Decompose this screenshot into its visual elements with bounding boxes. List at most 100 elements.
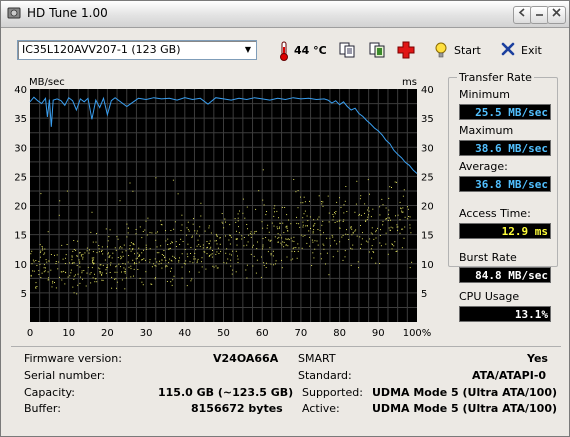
access-time-point (139, 255, 141, 257)
access-time-point (339, 227, 341, 229)
access-time-point (79, 252, 81, 254)
access-time-point (46, 261, 48, 263)
access-time-point (361, 238, 363, 240)
access-time-point (396, 226, 398, 228)
access-time-point (44, 270, 46, 272)
access-time-point (30, 275, 32, 277)
access-time-point (329, 237, 331, 239)
average-value: 36.8 MB/sec (459, 176, 551, 192)
access-time-point (336, 221, 338, 223)
start-button[interactable]: Start (454, 44, 481, 57)
access-time-point (282, 222, 284, 224)
lightbulb-icon[interactable] (434, 42, 448, 60)
y-tick-label: 10 (14, 260, 27, 271)
access-time-point (94, 273, 95, 275)
access-time-point (206, 241, 208, 242)
access-time-point (102, 253, 104, 255)
access-time-point (89, 273, 91, 275)
access-time-point (263, 262, 265, 264)
cpu-usage-label: CPU Usage (459, 290, 520, 303)
access-time-point (151, 232, 153, 234)
access-time-point (300, 202, 302, 204)
access-time-point (145, 248, 147, 250)
access-time-point (79, 266, 81, 268)
access-time-point (192, 262, 194, 264)
access-time-point (312, 232, 314, 234)
copy-text-icon[interactable] (368, 41, 386, 59)
access-time-point (293, 247, 295, 249)
access-time-point (124, 272, 126, 274)
access-time-point (145, 220, 147, 222)
access-time-point (242, 212, 244, 214)
access-time-point (79, 262, 81, 264)
access-time-point (323, 244, 325, 246)
access-time-point (192, 223, 194, 225)
access-time-point (262, 248, 263, 250)
access-time-point (66, 244, 68, 245)
right-axis-unit: ms (402, 77, 417, 88)
access-time-point (407, 206, 408, 208)
access-time-point (154, 265, 156, 267)
access-time-point (90, 282, 92, 284)
access-time-point (173, 228, 175, 230)
access-time-point (33, 261, 35, 263)
access-time-point (225, 252, 227, 254)
access-time-point (286, 256, 288, 258)
access-time-point (408, 216, 410, 217)
access-time-point (245, 269, 247, 271)
x-icon[interactable] (501, 42, 515, 56)
access-time-point (139, 226, 141, 228)
access-time-point (229, 234, 231, 236)
copy-icon[interactable] (338, 41, 356, 59)
access-time-point (69, 275, 71, 277)
access-time-point (30, 253, 32, 255)
access-time-point (385, 243, 387, 245)
access-time-point (130, 242, 132, 244)
supported-label: Supported: (302, 386, 363, 399)
access-time-point (175, 246, 177, 247)
buffer-label: Buffer: (24, 402, 61, 415)
access-time-point (91, 257, 93, 259)
access-time-point (135, 258, 137, 260)
access-time-point (235, 250, 237, 252)
access-time-point (63, 270, 65, 272)
access-time-point (161, 267, 163, 269)
access-time-point (100, 271, 101, 273)
access-time-point (296, 222, 298, 224)
access-time-point (124, 268, 126, 270)
access-time-point (285, 244, 287, 246)
access-time-point (244, 217, 246, 219)
access-time-point (185, 234, 187, 236)
access-time-point (358, 267, 359, 269)
access-time-point (297, 250, 299, 252)
exit-button[interactable]: Exit (521, 44, 542, 57)
access-time-point (190, 280, 192, 282)
access-time-point (84, 252, 86, 254)
access-time-point (223, 262, 225, 264)
access-time-point (122, 255, 124, 257)
access-time-point (38, 274, 40, 275)
health-icon[interactable] (397, 41, 415, 59)
close-button[interactable] (547, 6, 566, 24)
access-time-point (35, 286, 37, 288)
x-tick-label: 30 (140, 328, 153, 339)
access-time-point (309, 236, 311, 238)
access-time-point (297, 207, 299, 209)
access-time-point (149, 261, 151, 263)
access-time-point (358, 214, 360, 216)
cpu-usage-value: 13.1% (459, 306, 551, 322)
access-time-point (160, 262, 162, 264)
drive-select[interactable]: IC35L120AVV207-1 (123 GB) ▼ (17, 40, 257, 60)
access-time-point (360, 243, 362, 245)
access-time-point (134, 253, 135, 255)
access-time-point (97, 267, 99, 269)
access-time-point (293, 240, 295, 242)
access-time-point (395, 251, 397, 252)
chevron-down-icon[interactable]: ▼ (241, 42, 255, 58)
access-time-point (312, 252, 314, 254)
access-time-point (248, 234, 250, 236)
access-time-point (360, 214, 362, 216)
access-time-point (371, 257, 373, 259)
access-time-point (343, 219, 345, 221)
access-time-point (387, 220, 389, 221)
